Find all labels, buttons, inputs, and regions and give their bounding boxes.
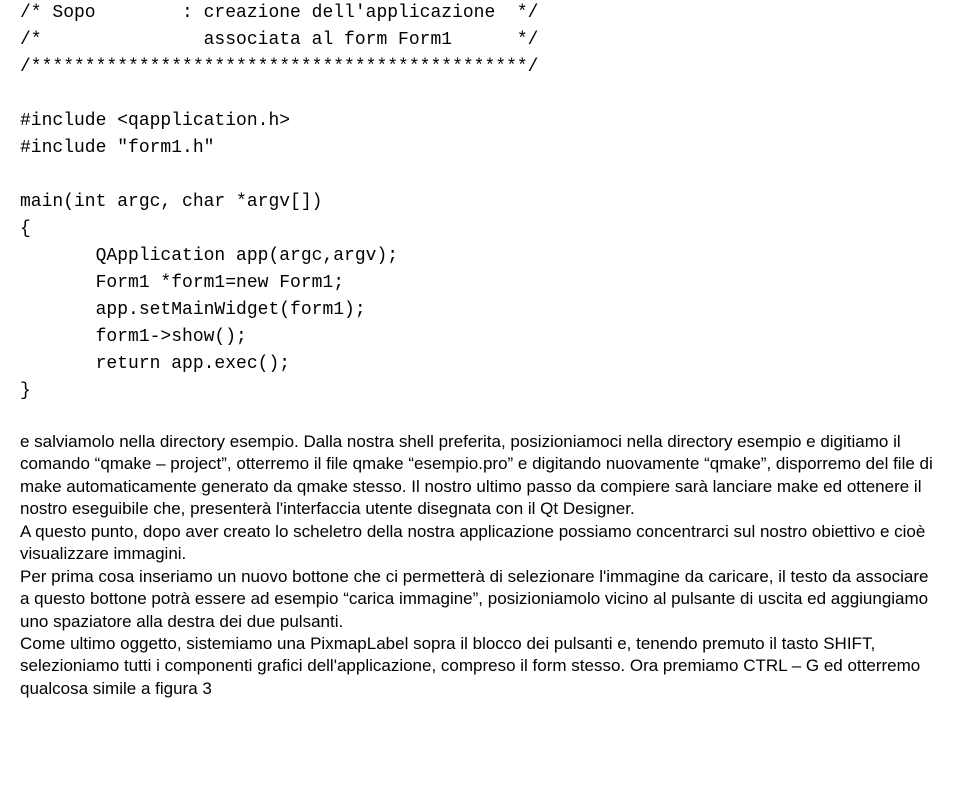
code-line: QApplication app(argc,argv); [20, 246, 398, 266]
code-line: /***************************************… [20, 57, 538, 77]
paragraph: Come ultimo oggetto, sistemiamo una Pixm… [20, 634, 920, 698]
document-page: /* Sopo : creazione dell'applicazione */… [0, 0, 960, 720]
code-line: /* Sopo : creazione dell'applicazione */ [20, 3, 538, 23]
code-line: /* associata al form Form1 */ [20, 30, 538, 50]
prose-block: e salviamolo nella directory esempio. Da… [20, 431, 940, 700]
code-line: } [20, 381, 31, 401]
code-line: { [20, 219, 31, 239]
code-line: app.setMainWidget(form1); [20, 300, 366, 320]
paragraph: A questo punto, dopo aver creato lo sche… [20, 522, 925, 563]
paragraph: Per prima cosa inseriamo un nuovo botton… [20, 567, 928, 631]
code-line: #include <qapplication.h> [20, 111, 290, 131]
code-block: /* Sopo : creazione dell'applicazione */… [20, 0, 940, 405]
paragraph: e salviamolo nella directory esempio. Da… [20, 432, 933, 518]
code-line: Form1 *form1=new Form1; [20, 273, 344, 293]
code-line: #include "form1.h" [20, 138, 214, 158]
code-line: main(int argc, char *argv[]) [20, 192, 322, 212]
code-line: return app.exec(); [20, 354, 290, 374]
code-line: form1->show(); [20, 327, 247, 347]
